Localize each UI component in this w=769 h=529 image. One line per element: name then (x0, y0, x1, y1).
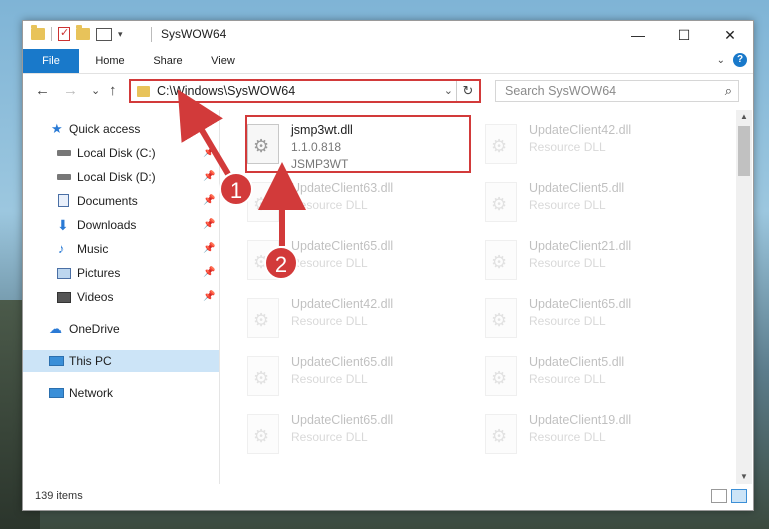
step-1-badge: 1 (219, 172, 253, 206)
step-2-badge: 2 (264, 246, 298, 280)
annotation-arrows (177, 89, 306, 246)
arrow-to-address-bar (177, 89, 231, 176)
